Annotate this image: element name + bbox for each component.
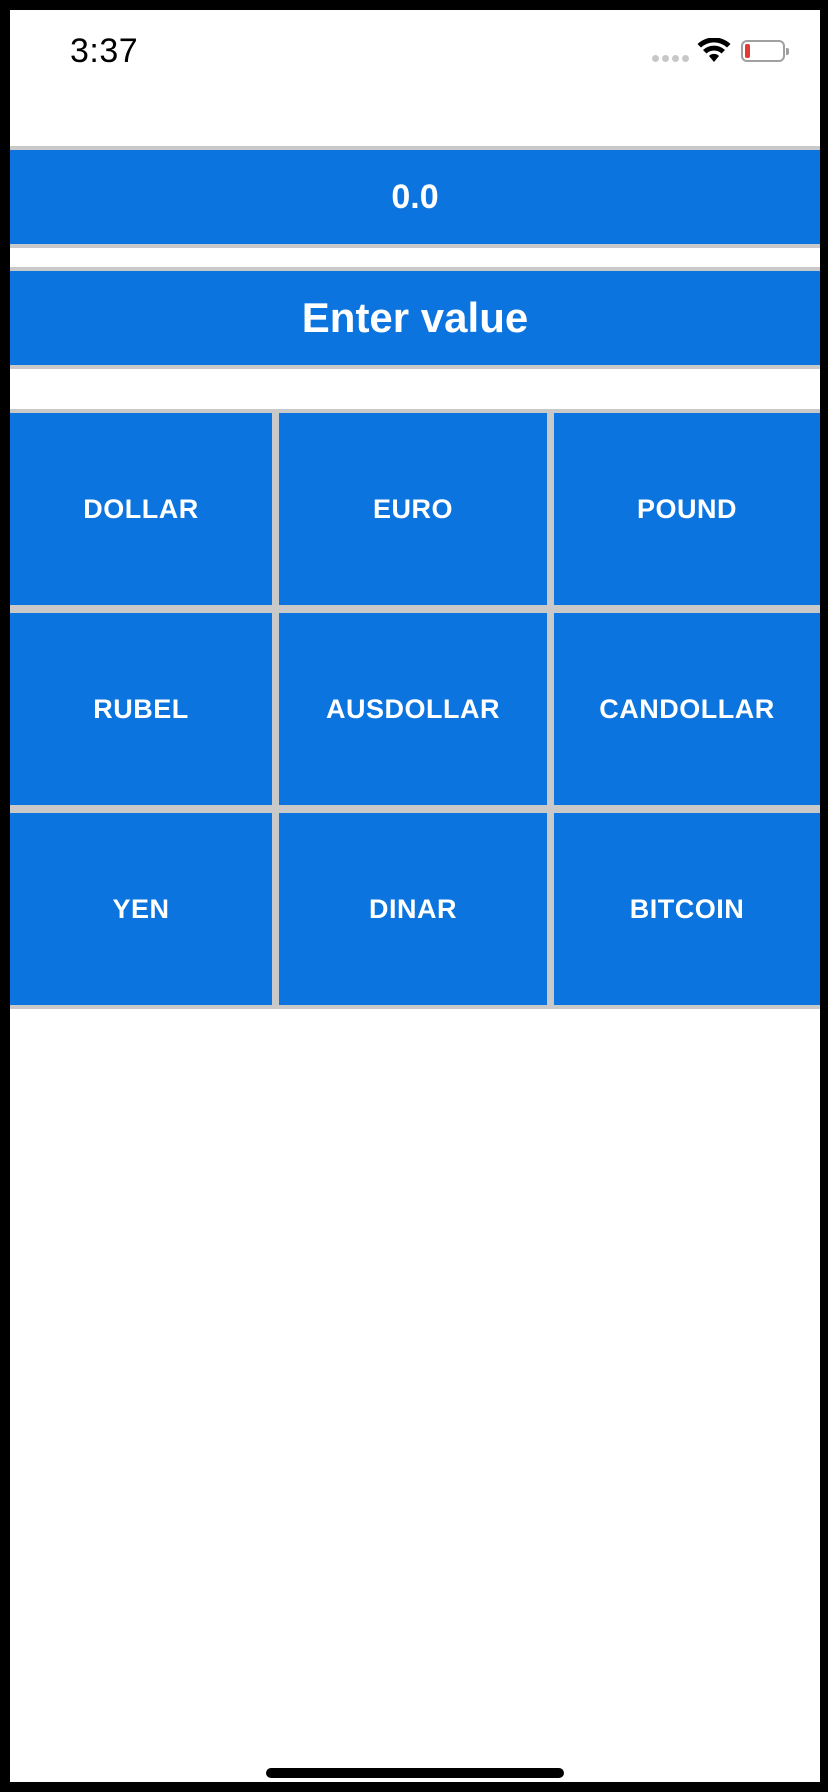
currency-button-yen[interactable]: YEN (10, 813, 272, 1005)
currency-button-rubel[interactable]: RUBEL (10, 613, 272, 805)
status-time: 3:37 (70, 32, 139, 70)
signal-icon (652, 55, 689, 62)
currency-button-ausdollar[interactable]: AUSDOLLAR (279, 613, 547, 805)
home-indicator[interactable] (266, 1768, 564, 1778)
currency-button-candollar[interactable]: CANDOLLAR (554, 613, 820, 805)
currency-button-dinar[interactable]: DINAR (279, 813, 547, 1005)
currency-grid: DOLLAR EURO POUND RUBEL AUSDOLLAR CANDOL… (10, 409, 820, 1009)
result-display: 0.0 (10, 146, 820, 248)
wifi-icon (697, 38, 731, 62)
currency-button-euro[interactable]: EURO (279, 413, 547, 605)
battery-icon (741, 40, 789, 62)
currency-button-bitcoin[interactable]: BITCOIN (554, 813, 820, 1005)
currency-button-pound[interactable]: POUND (554, 413, 820, 605)
status-bar: 3:37 (10, 10, 820, 90)
value-input[interactable]: Enter value (10, 267, 820, 369)
currency-button-dollar[interactable]: DOLLAR (10, 413, 272, 605)
phone-screen: 3:37 0.0 Enter value DOLLAR EURO POUND R… (10, 10, 820, 1782)
